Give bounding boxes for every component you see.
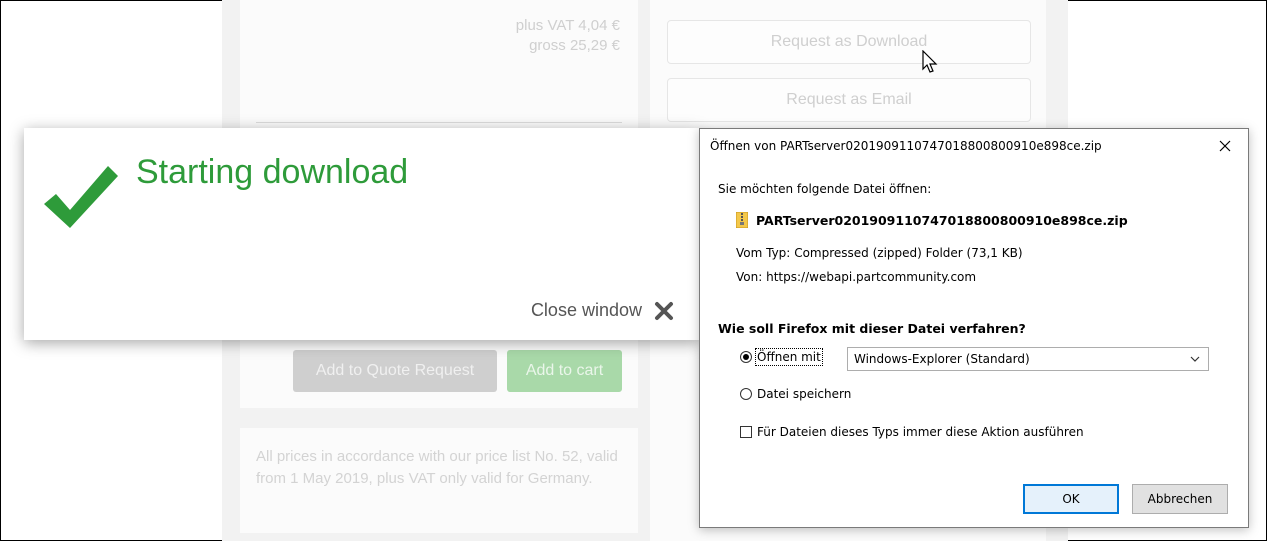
request-as-email-button[interactable]: Request as Email bbox=[667, 78, 1031, 122]
dialog-title: Öffnen von PARTserver0201909110747018800… bbox=[710, 139, 1102, 153]
close-window-label: Close window bbox=[530, 300, 642, 320]
checkmark-icon bbox=[44, 166, 118, 228]
file-type-value: Compressed (zipped) Folder (73,1 KB) bbox=[794, 246, 1023, 260]
firefox-open-dialog: Öffnen von PARTserver0201909110747018800… bbox=[699, 128, 1249, 528]
open-with-radio[interactable] bbox=[740, 351, 752, 363]
dialog-close-icon[interactable] bbox=[1214, 135, 1236, 157]
open-question: Sie möchten folgende Datei öffnen: bbox=[718, 182, 932, 196]
save-file-label[interactable]: Datei speichern bbox=[757, 387, 851, 401]
close-icon[interactable] bbox=[654, 301, 674, 321]
open-with-selected-value: Windows-Explorer (Standard) bbox=[854, 352, 1030, 366]
always-do-this-label[interactable]: Für Dateien dieses Typs immer diese Akti… bbox=[757, 425, 1084, 439]
price-summary: plus VAT 4,04 € gross 25,29 € bbox=[516, 16, 620, 56]
price-gross: gross 25,29 € bbox=[529, 37, 620, 54]
close-window-button[interactable]: Close window bbox=[531, 300, 674, 321]
save-file-radio-row[interactable]: Datei speichern bbox=[740, 387, 851, 401]
file-source-value: https://webapi.partcommunity.com bbox=[766, 270, 977, 284]
file-source-row: Von: https://webapi.partcommunity.com bbox=[736, 270, 976, 284]
divider bbox=[256, 122, 622, 123]
open-with-select[interactable]: Windows-Explorer (Standard) bbox=[847, 347, 1209, 371]
ok-button[interactable]: OK bbox=[1023, 484, 1119, 514]
request-as-download-button[interactable]: Request as Download bbox=[667, 20, 1031, 64]
price-notice-card: All prices in accordance with our price … bbox=[240, 428, 638, 533]
add-to-cart-button[interactable]: Add to cart bbox=[507, 350, 622, 392]
zip-folder-icon bbox=[736, 212, 748, 228]
cancel-button[interactable]: Abbrechen bbox=[1132, 484, 1228, 514]
open-with-radio-row[interactable]: Öffnen mit bbox=[740, 348, 823, 366]
open-with-label[interactable]: Öffnen mit bbox=[755, 348, 823, 366]
always-do-this-checkbox[interactable] bbox=[740, 426, 752, 438]
popup-title: Starting download bbox=[136, 153, 409, 191]
mouse-cursor-icon bbox=[922, 50, 938, 73]
file-name: PARTserver0201909110747018800800910e898c… bbox=[756, 213, 1128, 228]
save-file-radio[interactable] bbox=[740, 388, 752, 400]
add-to-quote-button[interactable]: Add to Quote Request bbox=[293, 350, 497, 392]
file-type-label: Vom Typ: bbox=[736, 246, 791, 260]
action-question: Wie soll Firefox mit dieser Datei verfah… bbox=[718, 321, 1026, 336]
chevron-down-icon bbox=[1190, 356, 1200, 362]
always-do-this-row[interactable]: Für Dateien dieses Typs immer diese Akti… bbox=[740, 425, 1084, 439]
price-notice-text: All prices in accordance with our price … bbox=[256, 448, 618, 487]
file-type-row: Vom Typ: Compressed (zipped) Folder (73,… bbox=[736, 246, 1023, 260]
price-vat: plus VAT 4,04 € bbox=[515, 17, 620, 34]
file-source-label: Von: bbox=[736, 270, 763, 284]
download-popup: Starting download Close window bbox=[24, 128, 700, 340]
